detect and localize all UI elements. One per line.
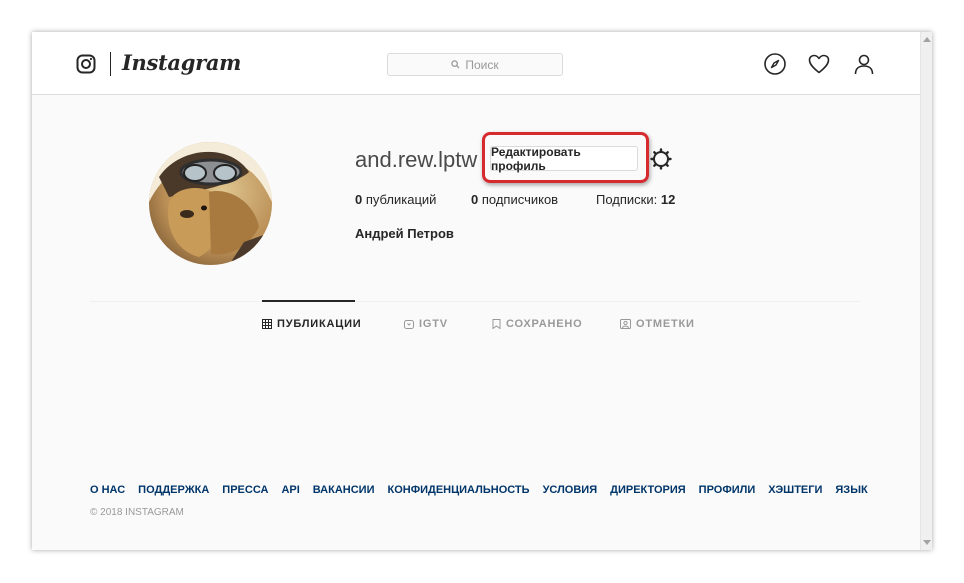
scroll-up-arrow-icon[interactable] [923,37,931,42]
search-placeholder: Поиск [465,57,499,72]
following-stat[interactable]: Подписки: 12 [596,192,675,207]
igtv-icon [404,320,414,329]
tab-label: IGTV [419,318,448,330]
search-icon [451,60,460,69]
logo-divider [110,52,111,76]
footer-link-about[interactable]: О НАС [90,484,125,496]
tab-tagged[interactable]: ОТМЕТКИ [620,318,695,330]
posts-stat: 0 публикаций [355,192,436,207]
footer-link-hashtags[interactable]: ХЭШТЕГИ [768,484,822,496]
instagram-wordmark[interactable]: Instagram [122,50,241,75]
followers-stat[interactable]: 0 подписчиков [471,192,558,207]
footer-link-profiles[interactable]: ПРОФИЛИ [699,484,756,496]
posts-label: публикаций [365,192,437,207]
followers-count: 0 [471,192,479,207]
following-count: 12 [660,192,676,207]
following-label: Подписки: [596,192,658,207]
profile-username: and.rew.lptw [355,147,478,172]
active-tab-indicator [262,300,355,302]
posts-count: 0 [355,192,363,207]
vertical-scrollbar[interactable] [920,32,932,550]
instagram-camera-icon[interactable] [76,54,96,74]
tabs-divider [90,301,860,302]
footer-link-api[interactable]: API [281,484,299,496]
grid-icon [262,319,272,329]
followers-label: подписчиков [481,192,559,207]
tab-publications[interactable]: ПУБЛИКАЦИИ [262,318,362,330]
footer-links: О НАС ПОДДЕРЖКА ПРЕССА API ВАКАНСИИ КОНФ… [90,484,868,496]
settings-gear-icon[interactable] [650,148,672,170]
tab-saved[interactable]: СОХРАНЕНО [492,318,582,330]
bookmark-icon [492,319,501,329]
compass-icon[interactable] [763,52,787,76]
browser-window: Instagram Поиск and.rew.lptw Редактирова… [32,32,932,550]
tab-label: ОТМЕТКИ [636,318,695,330]
top-navigation-bar: Instagram Поиск [32,32,920,95]
profile-icon[interactable] [852,52,876,76]
tab-label: ПУБЛИКАЦИИ [277,318,362,330]
footer-link-terms[interactable]: УСЛОВИЯ [543,484,598,496]
tab-igtv[interactable]: IGTV [404,318,448,330]
search-input[interactable]: Поиск [387,53,563,76]
footer-link-language[interactable]: ЯЗЫК [835,484,867,496]
heart-icon[interactable] [807,52,831,76]
tab-label: СОХРАНЕНО [506,318,583,330]
profile-avatar[interactable] [149,142,272,265]
footer-link-jobs[interactable]: ВАКАНСИИ [313,484,375,496]
profile-full-name: Андрей Петров [355,226,454,241]
footer-link-press[interactable]: ПРЕССА [222,484,268,496]
footer-link-directory[interactable]: ДИРЕКТОРИЯ [610,484,686,496]
scroll-down-arrow-icon[interactable] [923,540,931,545]
copyright-text: © 2018 INSTAGRAM [90,507,184,518]
footer-link-support[interactable]: ПОДДЕРЖКА [138,484,209,496]
footer-link-privacy[interactable]: КОНФИДЕНЦИАЛЬНОСТЬ [387,484,529,496]
avatar-dog-photo [149,142,272,265]
edit-profile-button[interactable]: Редактировать профиль [490,145,638,173]
tagged-icon [620,319,631,329]
